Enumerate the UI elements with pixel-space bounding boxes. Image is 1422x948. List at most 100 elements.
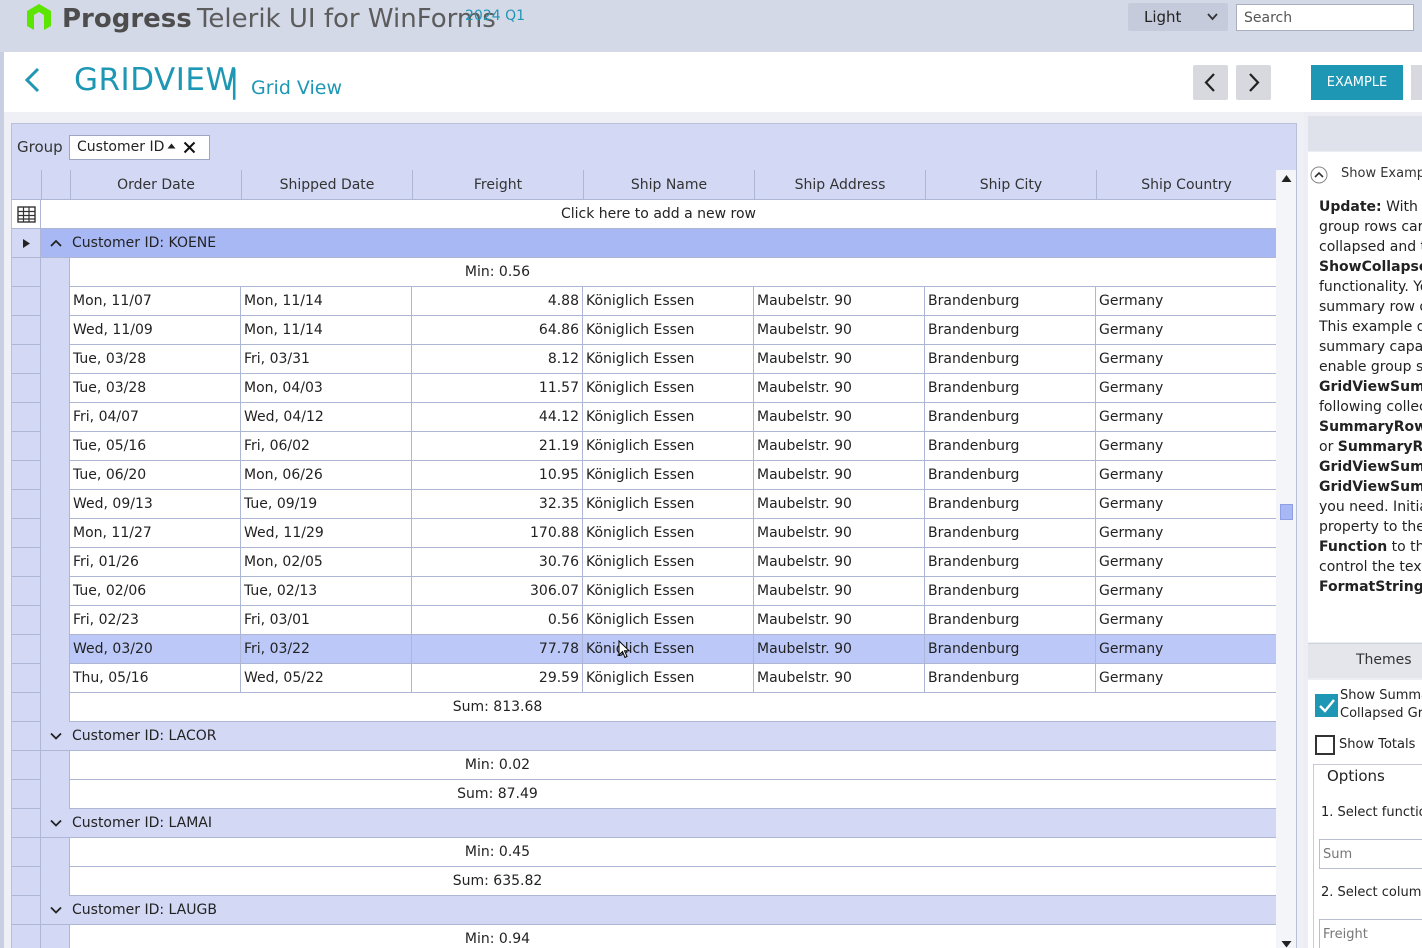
table-cell[interactable]: Königlich Essen (583, 606, 754, 635)
next-example-button[interactable] (1236, 65, 1271, 100)
column-header[interactable]: Ship Address (754, 170, 925, 200)
table-row[interactable]: Tue, 02/06 Tue, 02/13 306.07 Königlich Esse… (70, 577, 1276, 606)
table-cell[interactable]: Wed, 11/09 (70, 316, 241, 345)
table-cell[interactable]: Wed, 11/29 (241, 519, 412, 548)
table-cell[interactable]: Wed, 03/20 (70, 635, 241, 664)
table-cell[interactable]: Mon, 04/03 (241, 374, 412, 403)
table-cell[interactable]: Mon, 11/27 (70, 519, 241, 548)
table-row[interactable]: Tue, 05/16 Fri, 06/02 21.19 Königlich Essen… (70, 432, 1276, 461)
chevron-up-circle-icon[interactable] (1310, 166, 1328, 184)
table-cell[interactable]: Fri, 06/02 (241, 432, 412, 461)
table-cell[interactable]: Germany (1096, 403, 1276, 432)
close-icon[interactable] (183, 141, 196, 154)
table-cell[interactable]: Königlich Essen (583, 316, 754, 345)
table-cell[interactable]: Maubelstr. 90 (754, 374, 925, 403)
table-cell[interactable]: Königlich Essen (583, 374, 754, 403)
table-cell[interactable]: Tue, 06/20 (70, 461, 241, 490)
group-row[interactable]: Customer ID: LACOR (41, 722, 1276, 751)
table-cell[interactable]: 21.19 (412, 432, 583, 461)
table-cell[interactable]: Tue, 05/16 (70, 432, 241, 461)
scroll-down-icon[interactable] (1281, 940, 1292, 948)
table-cell[interactable]: Maubelstr. 90 (754, 490, 925, 519)
table-cell[interactable]: Maubelstr. 90 (754, 403, 925, 432)
back-arrow-icon[interactable] (22, 66, 44, 94)
table-cell[interactable]: Maubelstr. 90 (754, 635, 925, 664)
table-cell[interactable]: Germany (1096, 345, 1276, 374)
table-cell[interactable]: 0.56 (412, 606, 583, 635)
table-cell[interactable]: Germany (1096, 577, 1276, 606)
table-cell[interactable]: 64.86 (412, 316, 583, 345)
sort-ascending-icon[interactable] (167, 143, 176, 149)
table-cell[interactable]: Germany (1096, 432, 1276, 461)
table-row[interactable]: Fri, 02/23 Fri, 03/01 0.56 Königlich Essen M… (70, 606, 1276, 635)
group-row[interactable]: Customer ID: LAUGB (41, 896, 1276, 925)
table-cell[interactable]: Königlich Essen (583, 287, 754, 316)
table-cell[interactable]: Brandenburg (925, 490, 1096, 519)
table-cell[interactable]: Germany (1096, 548, 1276, 577)
table-cell[interactable]: Königlich Essen (583, 461, 754, 490)
table-cell[interactable]: Brandenburg (925, 432, 1096, 461)
table-cell[interactable]: Wed, 05/22 (241, 664, 412, 693)
table-row[interactable]: Mon, 11/27 Wed, 11/29 170.88 Königlich Esse… (70, 519, 1276, 548)
table-cell[interactable]: Fri, 03/01 (241, 606, 412, 635)
table-cell[interactable]: Brandenburg (925, 548, 1096, 577)
table-cell[interactable]: Königlich Essen (583, 577, 754, 606)
table-cell[interactable]: Tue, 03/28 (70, 374, 241, 403)
table-cell[interactable]: Maubelstr. 90 (754, 287, 925, 316)
table-cell[interactable]: Maubelstr. 90 (754, 519, 925, 548)
search-input[interactable] (1236, 4, 1414, 31)
table-row[interactable]: Tue, 03/28 Fri, 03/31 8.12 Königlich Essen M… (70, 345, 1276, 374)
table-cell[interactable]: Germany (1096, 461, 1276, 490)
table-cell[interactable]: Maubelstr. 90 (754, 577, 925, 606)
vertical-scrollbar[interactable] (1276, 170, 1296, 948)
table-cell[interactable]: Maubelstr. 90 (754, 345, 925, 374)
table-cell[interactable]: Brandenburg (925, 577, 1096, 606)
table-cell[interactable]: Mon, 11/14 (241, 316, 412, 345)
table-cell[interactable]: Brandenburg (925, 345, 1096, 374)
table-cell[interactable]: Maubelstr. 90 (754, 548, 925, 577)
table-cell[interactable]: Königlich Essen (583, 548, 754, 577)
table-cell[interactable]: 11.57 (412, 374, 583, 403)
show-summary-collapsed-checkbox[interactable] (1315, 694, 1338, 717)
table-cell[interactable]: Germany (1096, 287, 1276, 316)
table-cell[interactable]: Brandenburg (925, 635, 1096, 664)
table-cell[interactable]: Brandenburg (925, 374, 1096, 403)
table-cell[interactable]: Fri, 01/26 (70, 548, 241, 577)
table-cell[interactable]: Brandenburg (925, 461, 1096, 490)
table-cell[interactable]: Fri, 02/23 (70, 606, 241, 635)
table-row[interactable]: Mon, 11/07 Mon, 11/14 4.88 Königlich Essen M… (70, 287, 1276, 316)
table-cell[interactable]: Tue, 02/13 (241, 577, 412, 606)
table-cell[interactable]: Maubelstr. 90 (754, 606, 925, 635)
show-example-toggle[interactable]: Show Exampl (1341, 166, 1422, 181)
table-cell[interactable]: Königlich Essen (583, 664, 754, 693)
function-dropdown[interactable]: Sum (1319, 839, 1422, 869)
table-cell[interactable]: 170.88 (412, 519, 583, 548)
table-cell[interactable]: Germany (1096, 635, 1276, 664)
table-row[interactable]: Tue, 03/28 Mon, 04/03 11.57 Königlich Essen… (70, 374, 1276, 403)
table-cell[interactable]: Brandenburg (925, 403, 1096, 432)
table-row[interactable]: Wed, 03/20 Fri, 03/22 77.78 Königlich Essen… (70, 635, 1276, 664)
table-cell[interactable]: Tue, 02/06 (70, 577, 241, 606)
previous-example-button[interactable] (1193, 65, 1228, 100)
column-header[interactable]: Ship City (925, 170, 1096, 200)
chevron-down-icon[interactable] (50, 906, 62, 914)
column-header[interactable]: Shipped Date (241, 170, 412, 200)
column-header[interactable]: Order Date (70, 170, 241, 200)
table-cell[interactable]: Mon, 06/26 (241, 461, 412, 490)
table-cell[interactable]: Wed, 04/12 (241, 403, 412, 432)
table-cell[interactable]: Wed, 09/13 (70, 490, 241, 519)
scroll-up-icon[interactable] (1281, 174, 1292, 183)
table-cell[interactable]: Thu, 05/16 (70, 664, 241, 693)
table-row[interactable]: Fri, 04/07 Wed, 04/12 44.12 Königlich Essen… (70, 403, 1276, 432)
example-button[interactable]: EXAMPLE (1311, 65, 1403, 100)
table-cell[interactable]: Brandenburg (925, 606, 1096, 635)
table-cell[interactable]: Königlich Essen (583, 345, 754, 374)
table-cell[interactable]: 8.12 (412, 345, 583, 374)
theme-dropdown[interactable]: Light (1128, 3, 1228, 31)
table-cell[interactable]: 32.35 (412, 490, 583, 519)
table-cell[interactable]: Tue, 03/28 (70, 345, 241, 374)
table-cell[interactable]: Germany (1096, 664, 1276, 693)
table-cell[interactable]: Königlich Essen (583, 519, 754, 548)
table-cell[interactable]: 29.59 (412, 664, 583, 693)
table-cell[interactable]: Königlich Essen (583, 635, 754, 664)
